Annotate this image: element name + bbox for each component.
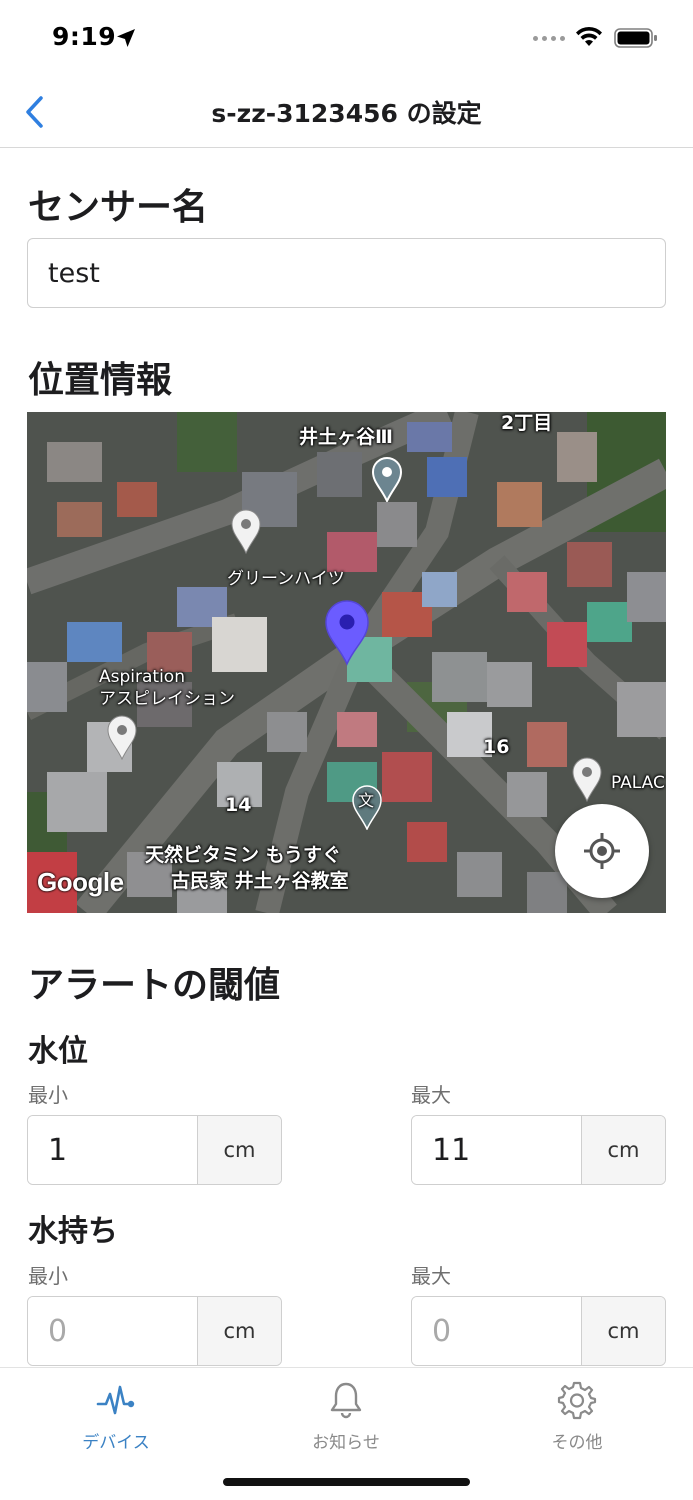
unit-label: cm [197,1116,281,1184]
map-label: Aspiration [99,667,185,687]
water-retention-max-label: 最大 [411,1264,451,1288]
water-level-max-group: cm [411,1115,666,1185]
sensor-name-heading: センサー名 [28,187,209,228]
google-logo: Google [37,867,124,897]
water-level-min-group: cm [27,1115,282,1185]
tab-label: お知らせ [312,1433,380,1453]
map-label: 2丁目 [501,412,553,434]
bell-icon [330,1382,362,1419]
unit-label: cm [581,1116,665,1184]
page-title: s-zz-3123456 の設定 [211,99,482,128]
map-label: 16 [483,736,510,758]
map-label: 天然ビタミン もうすぐ [145,844,342,866]
location-arrow-icon [117,29,135,47]
water-level-min-input[interactable] [28,1116,197,1184]
map-label: アスピレイション [99,689,235,709]
water-level-max-input[interactable] [412,1116,581,1184]
location-heading: 位置情報 [28,360,173,401]
current-location-button[interactable] [555,804,649,898]
water-level-heading: 水位 [28,1034,88,1069]
map-label: PALAC [611,773,665,793]
unit-label: cm [581,1297,665,1365]
wifi-icon [576,26,602,46]
home-indicator [223,1478,470,1486]
unit-label: cm [197,1297,281,1365]
location-map[interactable]: 井土ヶ谷Ⅲ 2丁目 グリーンハイツ Aspiration アスピレイション 16… [27,412,666,913]
place-pin-icon[interactable] [230,508,262,554]
water-retention-heading: 水持ち [28,1214,118,1249]
pulse-icon [96,1385,135,1415]
water-level-min-label: 最小 [28,1083,68,1107]
place-pin-icon[interactable] [571,756,603,802]
water-retention-min-group: cm [27,1296,282,1366]
place-pin-icon[interactable] [371,456,403,502]
tab-devices[interactable]: デバイス [36,1368,196,1458]
tab-other[interactable]: その他 [497,1368,657,1458]
water-retention-max-group: cm [411,1296,666,1366]
place-pin-icon[interactable] [106,714,138,760]
school-pin-glyph: 文 [358,791,375,810]
map-label: 井土ヶ谷Ⅲ [299,426,393,448]
water-retention-max-input[interactable] [412,1297,581,1365]
navigation-bar: s-zz-3123456 の設定 [0,76,693,148]
tab-label: その他 [551,1433,603,1453]
crosshair-icon [584,833,620,869]
selected-location-marker-icon[interactable] [324,600,370,666]
status-time: 9:19 [52,22,117,51]
battery-icon [614,28,657,48]
gear-icon [557,1381,597,1420]
tab-label: デバイス [82,1433,150,1453]
map-label: 14 [225,794,252,816]
water-retention-min-label: 最小 [28,1264,68,1288]
alert-threshold-heading: アラートの閾値 [28,965,281,1006]
water-level-max-label: 最大 [411,1083,451,1107]
water-retention-min-input[interactable] [28,1297,197,1365]
sensor-name-input[interactable] [27,238,666,308]
signal-dots-icon [533,36,565,41]
tab-notifications[interactable]: お知らせ [266,1368,426,1458]
map-label: 古民家 井土ヶ谷教室 [171,870,349,892]
map-label: グリーンハイツ [227,569,345,589]
status-bar: 9:19 [0,0,693,76]
